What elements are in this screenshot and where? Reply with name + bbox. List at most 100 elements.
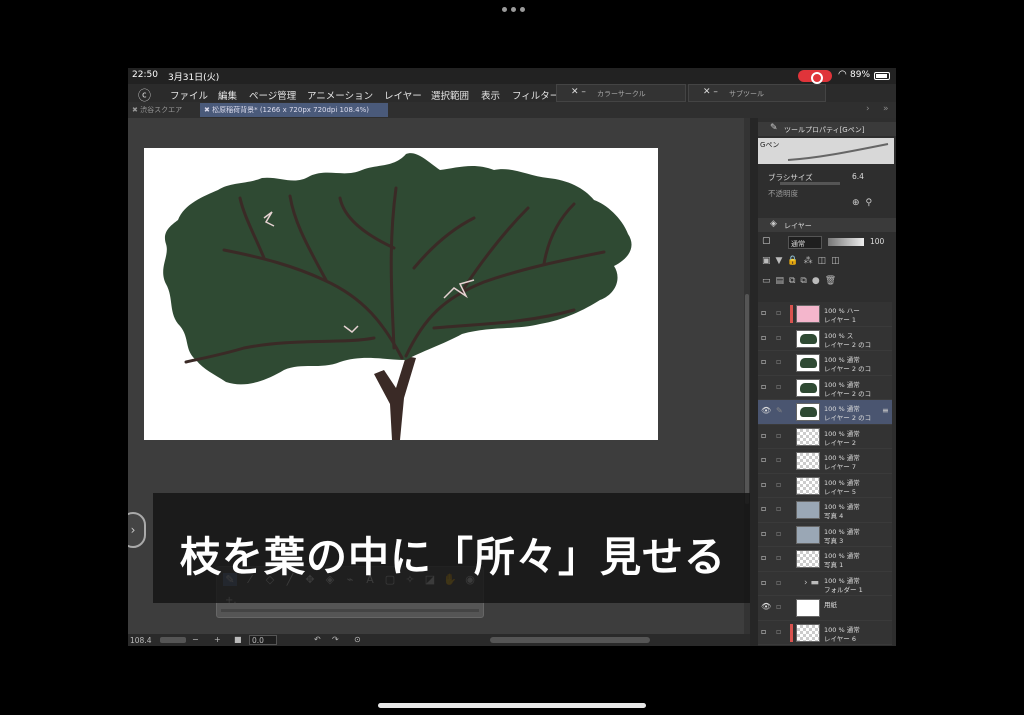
layer-row[interactable]: ▫ ▫ 100 % 通常 レイヤー 2 のコ	[758, 375, 892, 400]
rotation-angle-field[interactable]: 0.0	[249, 635, 277, 645]
menu-view[interactable]: 表示	[481, 88, 500, 102]
brush-size-value[interactable]: 6.4	[852, 172, 864, 181]
eye-icon[interactable]: ▫	[761, 455, 771, 464]
tool-property-header[interactable]: ✎ ツールプロパティ[Gペン]	[758, 122, 896, 136]
opacity-label: 不透明度	[768, 189, 798, 198]
canvas-horizontal-scrollbar[interactable]	[490, 637, 650, 643]
layer-row[interactable]: 👁 ▫ 用紙	[758, 596, 892, 621]
close-icon[interactable]: ✕ –	[703, 87, 718, 97]
layers-icon: ◈	[770, 219, 777, 229]
tool-settings-icons[interactable]: ⊕⚲	[852, 198, 878, 208]
eye-icon[interactable]: 👁	[761, 602, 771, 611]
menu-animation[interactable]: アニメーション	[307, 88, 373, 102]
layer-color-accent	[790, 305, 793, 323]
menu-edit[interactable]: 編集	[218, 88, 237, 102]
layer-thumbnail	[796, 525, 820, 544]
home-indicator[interactable]	[378, 703, 646, 708]
layer-row[interactable]: ▫ ▫ 100 % 通常 レイヤー 7	[758, 449, 892, 474]
fit-icon[interactable]: ■	[234, 635, 242, 644]
side-panel-toggle[interactable]: ›	[128, 512, 146, 548]
layer-row[interactable]: ▫ ▫ 100 % スレイヤー 2 のコ	[758, 326, 892, 351]
lock-slot-icon[interactable]: ▫	[776, 504, 786, 513]
close-icon[interactable]: ✕ –	[571, 87, 586, 97]
layer-row[interactable]: ▫ ▫ 100 % ハー レイヤー 1	[758, 302, 892, 327]
menu-file[interactable]: ファイル	[170, 88, 208, 102]
reset-rotation-icon[interactable]: ⊙	[354, 635, 361, 644]
brush-name: Gペン	[760, 141, 780, 149]
pen-icon[interactable]: ✎	[776, 406, 786, 415]
eye-icon[interactable]: ▫	[761, 627, 771, 636]
lock-slot-icon[interactable]: ▫	[776, 529, 786, 538]
lock-slot-icon[interactable]: ▫	[776, 578, 786, 587]
eye-icon[interactable]: ▫	[761, 308, 771, 317]
blend-mode-select[interactable]: 通常	[788, 236, 822, 249]
eye-icon[interactable]: ▫	[761, 357, 771, 366]
lock-slot-icon[interactable]: ▫	[776, 333, 786, 342]
lock-slot-icon[interactable]: ▫	[776, 308, 786, 317]
zoom-out-icon[interactable]: −	[192, 635, 199, 644]
layer-name: レイヤー 1	[824, 316, 857, 324]
layer-property-icons[interactable]: ▣▼🔒⁂◫◫	[762, 256, 845, 266]
menu-page[interactable]: ページ管理	[249, 88, 296, 102]
layer-row[interactable]: ▫ ▫ 100 % 通常 写真 4	[758, 498, 892, 523]
layer-row[interactable]: ▫ ▫ 100 % 通常 写真 3	[758, 522, 892, 547]
menu-filter[interactable]: フィルター	[512, 88, 559, 102]
menu-selection[interactable]: 選択範囲	[431, 88, 469, 102]
chevron-right-icon[interactable]: ›	[866, 104, 870, 114]
subtool-floating-bar[interactable]: ✕ – サブツール	[688, 84, 826, 102]
eye-icon[interactable]: ▫	[761, 504, 771, 513]
double-chevron-icon[interactable]: »	[883, 104, 889, 114]
layer-row[interactable]: ▫ ▫ 100 % 通常 レイヤー 6	[758, 620, 892, 645]
layer-row[interactable]: ▫ ▫ › ▬ 100 % 通常 フォルダー 1	[758, 571, 892, 596]
menu-layer[interactable]: レイヤー	[384, 88, 422, 102]
layer-opacity-slider[interactable]	[828, 238, 864, 246]
lock-slot-icon[interactable]: ▫	[776, 627, 786, 636]
status-time: 22:50	[132, 70, 158, 80]
lock-slot-icon[interactable]: ▫	[776, 357, 786, 366]
record-icon[interactable]	[798, 70, 832, 84]
lock-slot-icon[interactable]: ▫	[776, 553, 786, 562]
layer-color-icon[interactable]: ▢	[762, 236, 771, 246]
eye-icon[interactable]: ▫	[761, 382, 771, 391]
layer-row[interactable]: ▫ ▫ 100 % 通常 レイヤー 5	[758, 473, 892, 498]
eye-icon[interactable]: 👁	[761, 406, 771, 415]
layer-row[interactable]: ▫ ▫ 100 % 通常 レイヤー 2	[758, 424, 892, 449]
layer-menu-icon[interactable]: ≡	[882, 406, 889, 415]
zoom-in-icon[interactable]: +	[214, 635, 221, 644]
layer-panel-header[interactable]: ◈ レイヤー	[758, 218, 896, 232]
canvas-paper[interactable]	[144, 148, 658, 440]
wifi-icon: ◠	[838, 69, 847, 80]
layer-name: レイヤー 2	[824, 438, 857, 447]
color-circle-floating-bar[interactable]: ✕ – カラーサークル	[556, 84, 686, 102]
eye-icon[interactable]: ▫	[761, 333, 771, 342]
top-dots	[502, 7, 525, 12]
eye-icon[interactable]: ▫	[761, 480, 771, 489]
lock-slot-icon[interactable]: ▫	[776, 382, 786, 391]
layer-color-accent	[790, 623, 793, 642]
eye-icon[interactable]: ▫	[761, 529, 771, 538]
layer-opacity-value[interactable]: 100	[870, 237, 884, 246]
app-screen: 22:50 3月31日(火) ◠ 89% ⓒ ファイル 編集 ページ管理 アニメ…	[128, 68, 896, 646]
layer-name: レイヤー 6	[824, 634, 857, 643]
rotate-left-icon[interactable]: ↶	[314, 635, 321, 644]
tab-shibuya[interactable]: ✖ 渋谷スクエア	[132, 105, 182, 115]
layer-name: レイヤー 2 のコ	[824, 365, 872, 373]
eye-icon[interactable]: ▫	[761, 578, 771, 587]
brush-size-slider[interactable]	[780, 182, 840, 185]
eye-icon[interactable]: ▫	[761, 431, 771, 440]
tab-active-document[interactable]: ✖ 松原稲荷背景* (1266 x 720px 720dpi 108.4%)	[200, 103, 388, 117]
eye-icon[interactable]: ▫	[761, 553, 771, 562]
zoom-slider[interactable]	[160, 637, 186, 643]
tool-palette-scrollbar[interactable]	[221, 609, 479, 612]
layer-action-icons[interactable]: ▭▤⧉⧉●🗑	[762, 276, 841, 286]
lock-slot-icon[interactable]: ▫	[776, 480, 786, 489]
layer-thumbnail	[796, 378, 820, 397]
lock-slot-icon[interactable]: ▫	[776, 602, 786, 611]
layer-row[interactable]: 👁 ✎ 100 % 通常 レイヤー 2 のコ ≡	[758, 400, 892, 425]
lock-slot-icon[interactable]: ▫	[776, 431, 786, 440]
rotate-right-icon[interactable]: ↷	[332, 635, 339, 644]
layer-row[interactable]: ▫ ▫ 100 % 通常 写真 1	[758, 547, 892, 572]
layer-name: レイヤー 7	[824, 463, 857, 471]
lock-slot-icon[interactable]: ▫	[776, 455, 786, 464]
layer-row[interactable]: ▫ ▫ 100 % 通常 レイヤー 2 のコ	[758, 351, 892, 376]
